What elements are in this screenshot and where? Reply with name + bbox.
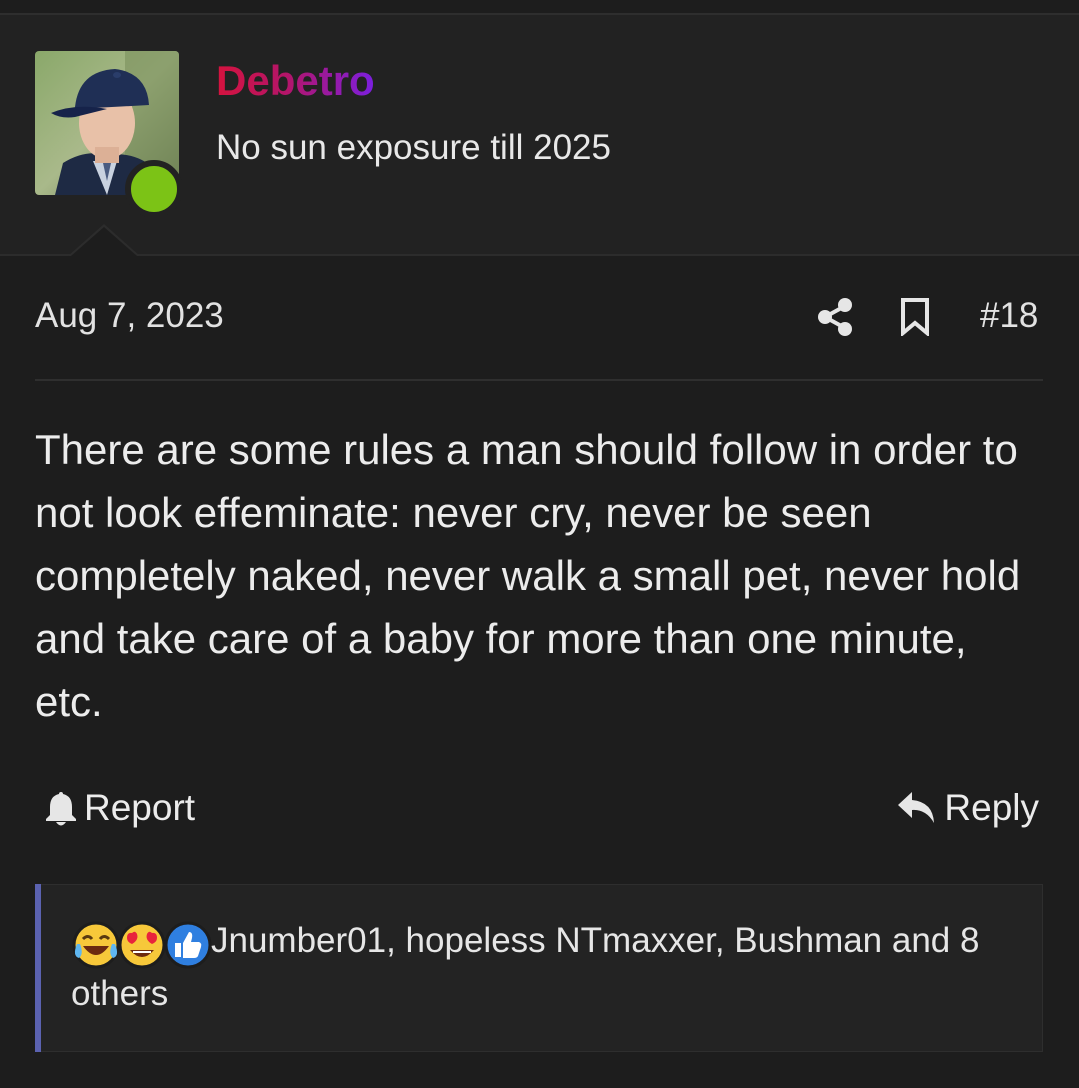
post-number-link[interactable]: #18 xyxy=(980,296,1038,336)
report-button[interactable]: Report xyxy=(44,786,195,830)
reactions-list-link[interactable]: Jnumber01, hopeless NTmaxxer, Bushman an… xyxy=(71,914,1021,1020)
share-icon[interactable] xyxy=(816,297,854,337)
reply-label: Reply xyxy=(944,787,1039,828)
reply-arrow-icon xyxy=(898,792,935,823)
post-body: There are some rules a man should follow… xyxy=(35,426,1021,725)
bell-icon xyxy=(46,792,76,826)
bookmark-icon[interactable] xyxy=(900,298,930,336)
post-date[interactable]: Aug 7, 2023 xyxy=(35,296,224,336)
reply-button[interactable]: Reply xyxy=(896,786,1039,830)
user-header-divider xyxy=(0,254,1079,256)
online-status-indicator xyxy=(125,160,183,218)
report-label: Report xyxy=(84,787,196,828)
username-link[interactable]: Debetro xyxy=(216,57,375,105)
post-meta-divider xyxy=(35,379,1043,381)
reactions-accent-bar xyxy=(35,884,41,1052)
user-title: No sun exposure till 2025 xyxy=(216,128,611,167)
